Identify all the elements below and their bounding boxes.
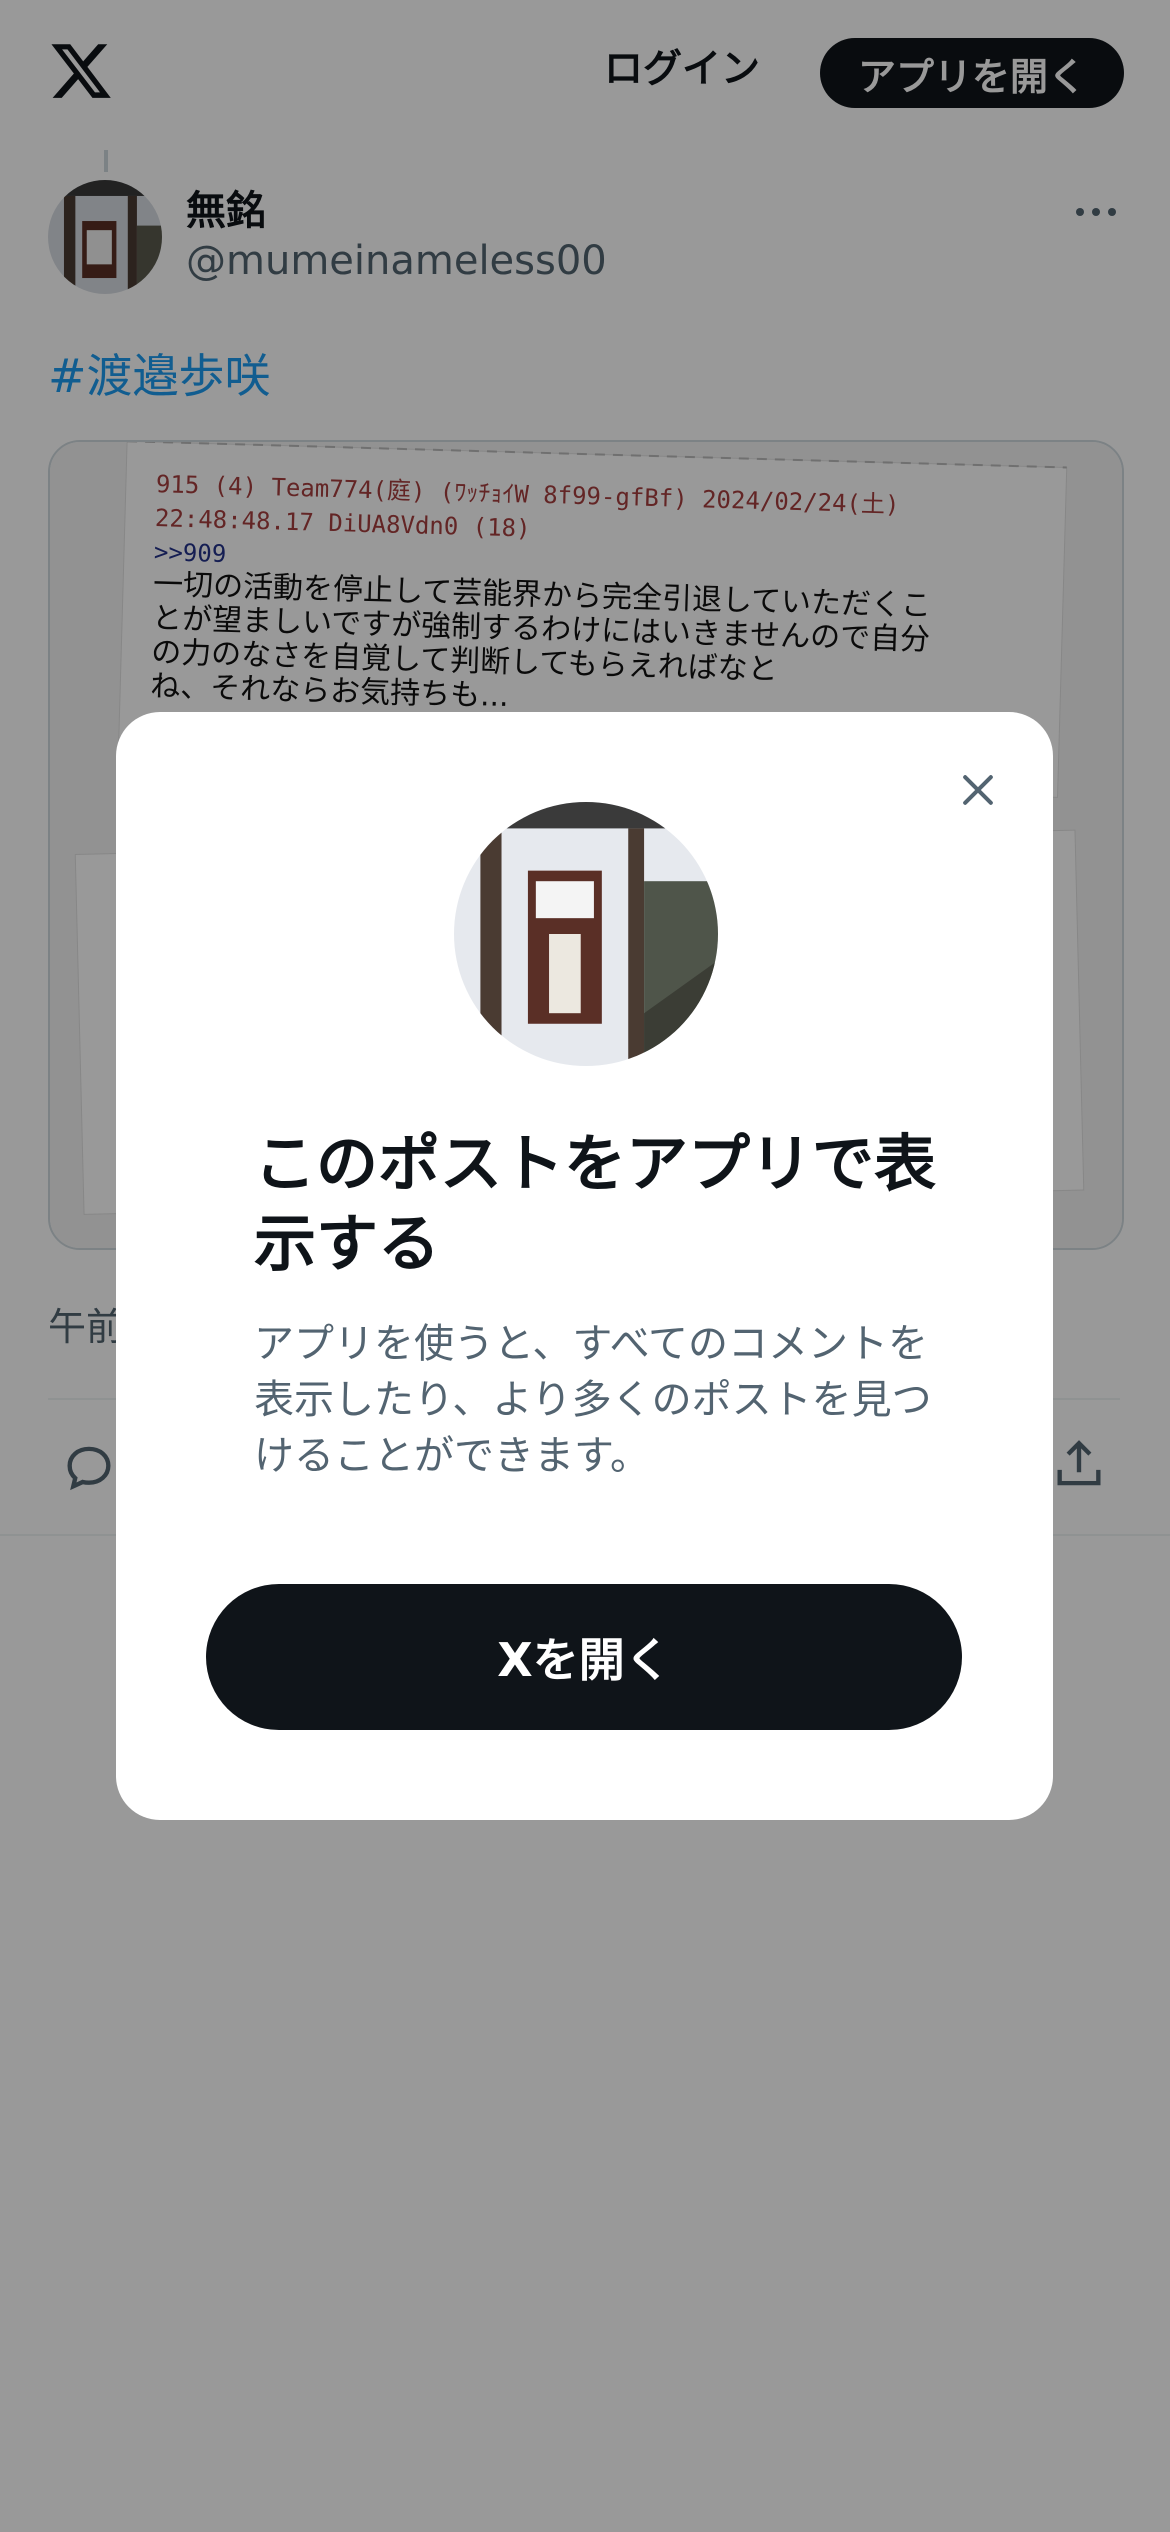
open-in-app-modal: このポストをアプリで表示する アプリを使うと、すべてのコメントを表示したり、より… xyxy=(116,712,1053,1820)
author-avatar-large xyxy=(454,802,718,1066)
modal-title: このポストをアプリで表示する xyxy=(254,1127,937,1280)
modal-description: アプリを使うと、すべてのコメントを表示したり、より多くのポストを見つけることがで… xyxy=(254,1321,932,1479)
close-icon[interactable] xyxy=(940,752,1016,828)
open-x-button[interactable]: Xを開く xyxy=(206,1584,962,1730)
